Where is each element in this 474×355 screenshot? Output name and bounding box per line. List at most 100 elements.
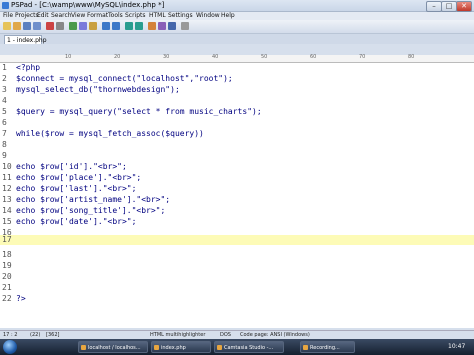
taskbar-item-pspad[interactable]: index.php (151, 341, 211, 353)
line-number: 22 (2, 294, 12, 303)
code-line: 2 $connect = mysql_connect("localhost","r… (0, 74, 474, 84)
tab-index-php[interactable]: 1 - index.php (4, 35, 47, 44)
find-icon[interactable] (125, 22, 133, 30)
eol-status[interactable]: DOS (220, 332, 231, 338)
code-line: 10 echo $row['id']."<br>"; (0, 162, 474, 172)
menu-html[interactable]: HTML (149, 12, 166, 19)
line-number: 14 (2, 206, 12, 215)
line-number: 12 (2, 184, 12, 193)
code-line: 18 (0, 250, 474, 260)
line-number: 20 (2, 272, 12, 281)
line-number: 15 (2, 217, 12, 226)
code-line: 14 echo $row['song_title']."<br>"; (0, 206, 474, 216)
code-line: 21 (0, 283, 474, 293)
code-line: 12 echo $row['last']."<br>"; (0, 184, 474, 194)
pspad-window: PSPad - [C:\wamp\www\MySQL\index.php *] … (0, 0, 474, 340)
ruler-label: 50 (261, 54, 268, 60)
cut-icon[interactable] (69, 22, 77, 30)
print-icon[interactable] (56, 22, 64, 30)
code-line: 5 $query = mysql_query("select * from mus… (0, 107, 474, 117)
code-line: 3 mysql_select_db("thornwebdesign"); (0, 85, 474, 95)
menu-edit[interactable]: Edit (37, 12, 49, 19)
line-code[interactable]: echo $row['place']."<br>"; (16, 173, 141, 183)
file-size: [362] (46, 332, 60, 338)
replace-icon[interactable] (135, 22, 143, 30)
line-code[interactable]: echo $row['artist_name']."<br>"; (16, 195, 170, 205)
code-line: 19 (0, 261, 474, 271)
codepage-status[interactable]: Code page: ANSI (Windows) (240, 332, 310, 338)
line-code[interactable]: ?> (16, 294, 26, 304)
ruler-label: 80 (408, 54, 415, 60)
pspad-app-icon (2, 2, 9, 9)
code-line: 20 (0, 272, 474, 282)
taskbar-item-recording[interactable]: Recording... (300, 341, 355, 353)
undo-icon[interactable] (102, 22, 110, 30)
line-number: 19 (2, 261, 12, 270)
browser-icon (81, 345, 86, 350)
menu-view[interactable]: View (71, 12, 85, 19)
save-icon[interactable] (23, 22, 31, 30)
redo-icon[interactable] (112, 22, 120, 30)
new-file-icon[interactable] (3, 22, 11, 30)
menu-file[interactable]: File (3, 12, 13, 19)
save-all-icon[interactable] (33, 22, 41, 30)
menu-format[interactable]: Format (87, 12, 108, 19)
line-number: 17 (2, 235, 12, 244)
code-line: 15 echo $row['date']."<br>"; (0, 217, 474, 227)
menu-help[interactable]: Help (221, 12, 235, 19)
menu-tools[interactable]: Tools (108, 12, 123, 19)
paste-icon[interactable] (89, 22, 97, 30)
preview-icon[interactable] (158, 22, 166, 30)
taskbar-item-browser[interactable]: localhost / localhos... (78, 341, 148, 353)
clock[interactable]: 10:47 (448, 343, 465, 350)
taskbar-item-camtasia[interactable]: Camtasia Studio -... (214, 341, 284, 353)
column-ruler: 10 20 30 40 50 60 70 80 (0, 54, 474, 63)
line-number: 5 (2, 107, 7, 116)
line-code[interactable]: while($row = mysql_fetch_assoc($query)) (16, 129, 204, 139)
line-number: 21 (2, 283, 12, 292)
maximize-button[interactable]: □ (441, 1, 457, 12)
code-line: 11 echo $row['place']."<br>"; (0, 173, 474, 183)
settings-icon[interactable] (181, 22, 189, 30)
line-code[interactable]: echo $row['last']."<br>"; (16, 184, 136, 194)
taskbar-item-label: Camtasia Studio -... (224, 345, 274, 351)
line-number: 2 (2, 74, 7, 83)
code-editor[interactable]: 1 <?php 2 $connect = mysql_connect("localh… (0, 63, 474, 328)
line-code[interactable]: $query = mysql_query("select * from musi… (16, 107, 262, 117)
line-count: (22) (30, 332, 41, 338)
camtasia-icon (217, 345, 222, 350)
line-code[interactable]: echo $row['song_title']."<br>"; (16, 206, 165, 216)
menu-settings[interactable]: Settings (168, 12, 193, 19)
menu-scripts[interactable]: Scripts (125, 12, 146, 19)
menu-projects[interactable]: Projects (15, 12, 39, 19)
copy-icon[interactable] (79, 22, 87, 30)
close-button[interactable]: ✕ (456, 1, 472, 12)
line-number: 7 (2, 129, 7, 138)
highlighter-status[interactable]: HTML multihighlighter (150, 332, 205, 338)
line-number: 6 (2, 118, 7, 127)
line-code[interactable]: echo $row['id']."<br>"; (16, 162, 127, 172)
minimize-button[interactable]: – (426, 1, 442, 12)
ftp-icon[interactable] (168, 22, 176, 30)
code-line: 8 (0, 140, 474, 150)
line-code[interactable]: $connect = mysql_connect("localhost","ro… (16, 74, 233, 84)
menu-search[interactable]: Search (51, 12, 72, 19)
line-code[interactable]: mysql_select_db("thornwebdesign"); (16, 85, 180, 95)
line-number: 18 (2, 250, 12, 259)
menu-bar: File Projects Edit Search View Format To… (0, 12, 474, 20)
ruler-label: 40 (212, 54, 219, 60)
line-code[interactable]: echo $row['date']."<br>"; (16, 217, 136, 227)
taskbar-item-label: index.php (161, 345, 186, 351)
code-line: 22 ?> (0, 294, 474, 304)
line-number: 11 (2, 173, 12, 182)
open-folder-icon[interactable] (13, 22, 21, 30)
run-icon[interactable] (148, 22, 156, 30)
close-file-icon[interactable] (46, 22, 54, 30)
line-number: 10 (2, 162, 12, 171)
start-button-icon[interactable] (3, 340, 17, 354)
taskbar-item-label: localhost / localhos... (88, 345, 141, 351)
code-line: 13 echo $row['artist_name']."<br>"; (0, 195, 474, 205)
line-code[interactable]: <?php (16, 63, 40, 73)
ruler-label: 10 (65, 54, 72, 60)
menu-window[interactable]: Window (196, 12, 220, 19)
